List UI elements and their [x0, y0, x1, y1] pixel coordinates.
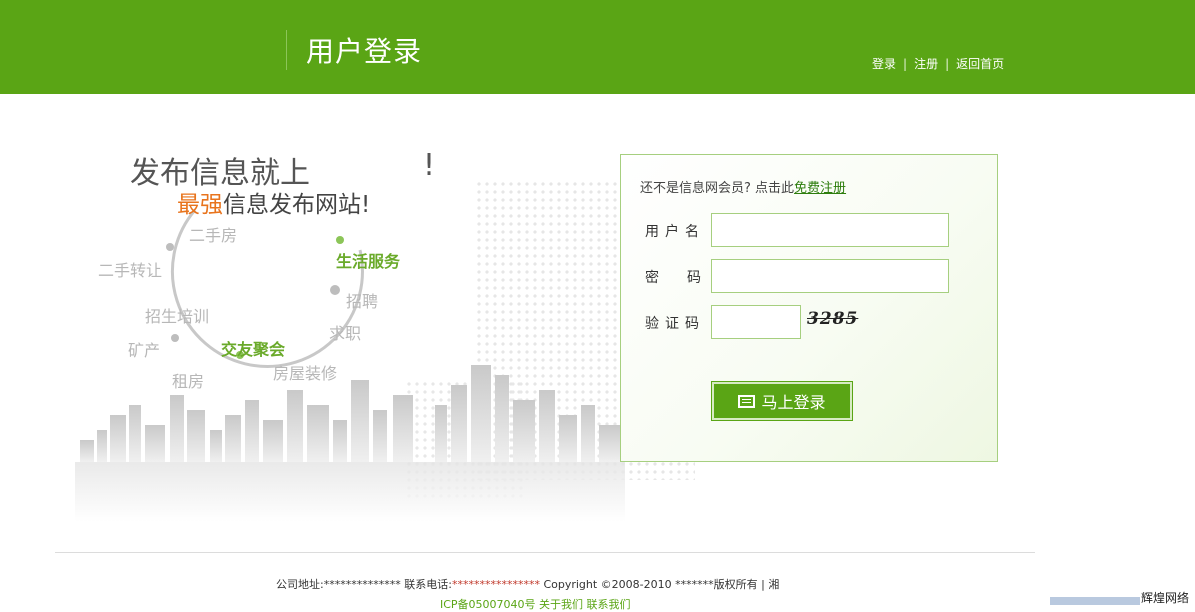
login-form-icon [738, 394, 756, 408]
register-prompt: 还不是信息网会员? 点击此免费注册 [640, 177, 846, 196]
tag-transfer: 二手转让 [98, 261, 163, 280]
header-nav: 登录 | 注册 | 返回首页 [872, 55, 1004, 72]
promo-sub-rest: 信息发布网站! [223, 192, 371, 218]
login-panel: 还不是信息网会员? 点击此免费注册 用户名 密码 验证码 3285 马上登录 [620, 154, 998, 462]
footer-address-label: 公司地址: [276, 578, 324, 591]
nav-login-link[interactable]: 登录 [872, 55, 896, 72]
tag-recruit: 招聘 [346, 292, 379, 311]
captcha-image[interactable]: 3285 [807, 309, 858, 329]
tag-life-service: 生活服务 [336, 252, 401, 271]
tag-job-seek: 求职 [329, 324, 362, 343]
footer-copyright: Copyright ©2008-2010 *******版权所有 | 湘 [543, 578, 780, 591]
page-title: 用户登录 [306, 35, 423, 68]
register-prompt-text: 还不是信息网会员? 点击此 [640, 181, 795, 196]
header-bar: 用户登录 登录 | 注册 | 返回首页 [0, 0, 1195, 94]
footer-links[interactable]: ICP备05007040号 关于我们 联系我们 [440, 596, 631, 612]
watermark-text: 辉煌网络 [1141, 591, 1190, 605]
captcha-label: 验证码 [645, 316, 705, 332]
promo-exclaim: ! [423, 148, 436, 183]
footer-address-value: ************** [323, 578, 401, 591]
username-label: 用户名 [645, 224, 705, 240]
promo-subheadline: 最强信息发布网站! [177, 185, 370, 219]
promo-highlight: 最强 [177, 192, 223, 218]
nav-register-link[interactable]: 注册 [914, 55, 938, 72]
tag-mine: 矿产 [128, 341, 161, 360]
taskbar-strip [1050, 597, 1140, 605]
login-submit-button[interactable]: 马上登录 [711, 381, 853, 421]
nav-separator: | [903, 56, 908, 71]
nav-separator: | [945, 56, 950, 71]
password-input[interactable] [711, 259, 949, 293]
header-divider [286, 30, 287, 70]
promo-banner: 发布信息就上 ! 最强信息发布网站! 二手房 二手转让 招生培训 矿产 租房 交… [75, 140, 695, 540]
tag-social: 交友聚会 [221, 340, 286, 359]
free-register-link[interactable]: 免费注册 [794, 181, 846, 196]
footer-info: 公司地址:************** 联系电话:***************… [276, 576, 779, 592]
footer-phone-label: 联系电话: [404, 578, 452, 591]
username-input[interactable] [711, 213, 949, 247]
footer-phone-value: **************** [451, 578, 540, 591]
tag-secondhand-house: 二手房 [189, 226, 238, 245]
tag-training: 招生培训 [145, 307, 210, 326]
login-submit-label: 马上登录 [761, 393, 826, 412]
captcha-input[interactable] [711, 305, 801, 339]
city-skyline-graphic [75, 365, 625, 522]
footer-divider [55, 552, 1035, 553]
nav-home-link[interactable]: 返回首页 [956, 55, 1004, 72]
